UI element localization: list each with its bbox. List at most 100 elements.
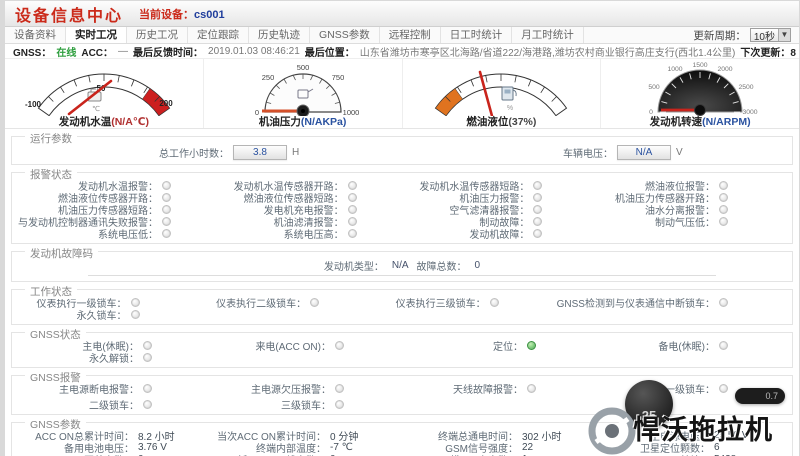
tab-remote-control[interactable]: 远程控制 — [380, 27, 441, 43]
refresh-period-group: 更新周期： 10秒 ▼ — [693, 27, 799, 43]
led-icon — [490, 298, 499, 307]
led-icon — [348, 229, 357, 238]
fault-count-value: 0 — [475, 260, 481, 271]
led-icon — [533, 205, 542, 214]
led-icon — [348, 193, 357, 202]
last-feedback-time: 2019.01.03 08:46:21 — [208, 46, 300, 57]
led-icon — [719, 217, 728, 226]
acc-value: — — [118, 46, 128, 57]
gauge-caption: 机油压力(N/AKPa) — [259, 116, 347, 128]
tab-history-status[interactable]: 历史工况 — [127, 27, 188, 43]
led-icon — [162, 229, 171, 238]
led-icon — [310, 298, 319, 307]
led-icon — [162, 181, 171, 190]
gnss-label: GNSS： — [13, 44, 51, 59]
total-work-hours-value: 3.8 — [233, 145, 287, 160]
gnss-alarm-item: 天线故障报警： — [402, 383, 594, 394]
status-line: GNSS：在线 ACC：— 最后反馈时间：2019.01.03 08:46:21… — [5, 44, 799, 59]
gnss-alarm-item: 主电源欠压报警： — [210, 383, 402, 394]
svg-text:2000: 2000 — [718, 66, 733, 73]
led-icon — [719, 298, 728, 307]
gnss-status-item: 来电(ACC ON)： — [210, 340, 402, 351]
svg-text:0: 0 — [255, 108, 259, 116]
divider — [88, 275, 716, 276]
gnss-online-badge: 在线 — [56, 44, 76, 59]
page-title: 设备信息中心 — [15, 2, 123, 26]
current-device-value: cs001 — [194, 9, 225, 21]
svg-text:1000: 1000 — [668, 66, 683, 73]
gauge-engine-rpm: 0 500 1000 1500 2000 2500 3000 发动机转速(N/A… — [601, 59, 799, 128]
svg-text:℃: ℃ — [92, 106, 100, 113]
fault-count-label: 故障总数： — [417, 258, 467, 273]
svg-text:1000: 1000 — [342, 108, 359, 116]
gauge-caption: 发动机转速(N/ARPM) — [650, 116, 751, 128]
led-icon — [162, 193, 171, 202]
tab-history-track[interactable]: 历史轨迹 — [249, 27, 310, 43]
section-title: 报警状态 — [25, 167, 77, 182]
section-engine-fault: 发动机故障码 发动机类型： N/A 故障总数： 0 — [11, 251, 793, 282]
gnss-alarm-item: 二级锁车： — [18, 399, 210, 410]
led-icon — [719, 341, 728, 350]
svg-text:200: 200 — [159, 99, 173, 108]
led-icon — [143, 341, 152, 350]
led-icon — [348, 217, 357, 226]
water-temp-gauge-icon: -100 50 200 ℃ — [11, 60, 197, 116]
gauge-oil-pressure: 0 250 500 750 1000 机油压力(N/AKPa) — [204, 59, 403, 128]
device-info-page: 设备信息中心 当前设备：cs001 设备资料 实时工况 历史工况 定位跟踪 历史… — [0, 0, 800, 456]
refresh-period-value: 10秒 — [754, 28, 775, 43]
section-title: 发动机故障码 — [25, 246, 98, 261]
led-icon — [527, 341, 536, 350]
tab-monthly-hours[interactable]: 月工时统计 — [512, 27, 584, 43]
gauge-caption: 燃油液位(37%) — [466, 116, 536, 128]
led-icon — [533, 229, 542, 238]
tab-location-tracking[interactable]: 定位跟踪 — [188, 27, 249, 43]
section-run-params: 运行参数 总工作小时数： 3.8 H 车辆电压： N/A V — [11, 136, 793, 165]
svg-text:750: 750 — [331, 73, 344, 82]
gnss-status-item: 备电(休眠)： — [594, 340, 786, 351]
gnss-alarm-item: 三级锁车： — [210, 399, 402, 410]
engine-type-label: 发动机类型： — [324, 258, 384, 273]
led-icon — [131, 310, 140, 319]
alarm-item: 系统电压高： — [229, 228, 415, 239]
led-icon — [533, 217, 542, 226]
tab-realtime-status[interactable]: 实时工况 — [66, 27, 127, 43]
last-location-label: 最后位置： — [305, 44, 355, 59]
svg-text:1500: 1500 — [693, 62, 708, 69]
refresh-period-select[interactable]: 10秒 ▼ — [750, 28, 791, 42]
led-icon — [143, 384, 152, 393]
led-icon — [143, 400, 152, 409]
svg-text:3000: 3000 — [743, 109, 758, 116]
section-title: GNSS报警 — [25, 370, 86, 385]
last-feedback-label: 最后反馈时间： — [133, 44, 203, 59]
alarm-item: 发动机故障： — [415, 228, 601, 239]
section-title: GNSS状态 — [25, 327, 86, 342]
fuel-level-gauge-icon: % — [408, 60, 594, 116]
led-icon — [335, 400, 344, 409]
led-icon — [335, 341, 344, 350]
svg-text:%: % — [507, 105, 513, 112]
svg-text:500: 500 — [296, 63, 309, 72]
work-status-item: 永久锁车： — [18, 309, 198, 320]
work-status-item: GNSS检测到与仪表通信中断锁车： — [557, 297, 786, 308]
gauge-water-temp: -100 50 200 ℃ 发动机水温(N/A℃) — [5, 59, 204, 128]
chevron-down-icon[interactable]: ▼ — [778, 29, 790, 41]
section-gnss-status: GNSS状态 主电(休眠)： 来电(ACC ON)： 定位： 备电(休眠)： 永… — [11, 332, 793, 368]
gnss-status-item: 永久解锁： — [18, 352, 210, 363]
section-work-status: 工作状态 仪表执行一级锁车： 仪表执行二级锁车： 仪表执行三级锁车： GNSS检… — [11, 289, 793, 325]
oil-pressure-gauge-icon: 0 250 500 750 1000 — [210, 60, 396, 116]
last-location-value: 山东省潍坊市寒亭区北海路/省道222/海港路,潍坊农村商业银行高庄支行(西北1.… — [360, 44, 736, 59]
tab-daily-hours[interactable]: 日工时统计 — [441, 27, 513, 43]
tabbar: 设备资料 实时工况 历史工况 定位跟踪 历史轨迹 GNSS参数 远程控制 日工时… — [5, 27, 799, 44]
led-icon — [348, 181, 357, 190]
svg-text:250: 250 — [261, 73, 274, 82]
current-device-label: 当前设备： — [139, 9, 194, 21]
refresh-period-label: 更新周期： — [693, 28, 746, 43]
led-icon — [162, 205, 171, 214]
alarm-item: 系统电压低： — [18, 228, 229, 239]
tab-gnss-params[interactable]: GNSS参数 — [310, 27, 380, 43]
section-alarm-status: 报警状态 发动机水温报警： 发动机水温传感器开路： 发动机水温传感器短路： 燃油… — [11, 172, 793, 244]
engine-type-value: N/A — [392, 260, 409, 271]
tab-device-info[interactable]: 设备资料 — [5, 27, 66, 43]
work-status-item: 仪表执行二级锁车： — [198, 297, 378, 308]
led-icon — [533, 181, 542, 190]
